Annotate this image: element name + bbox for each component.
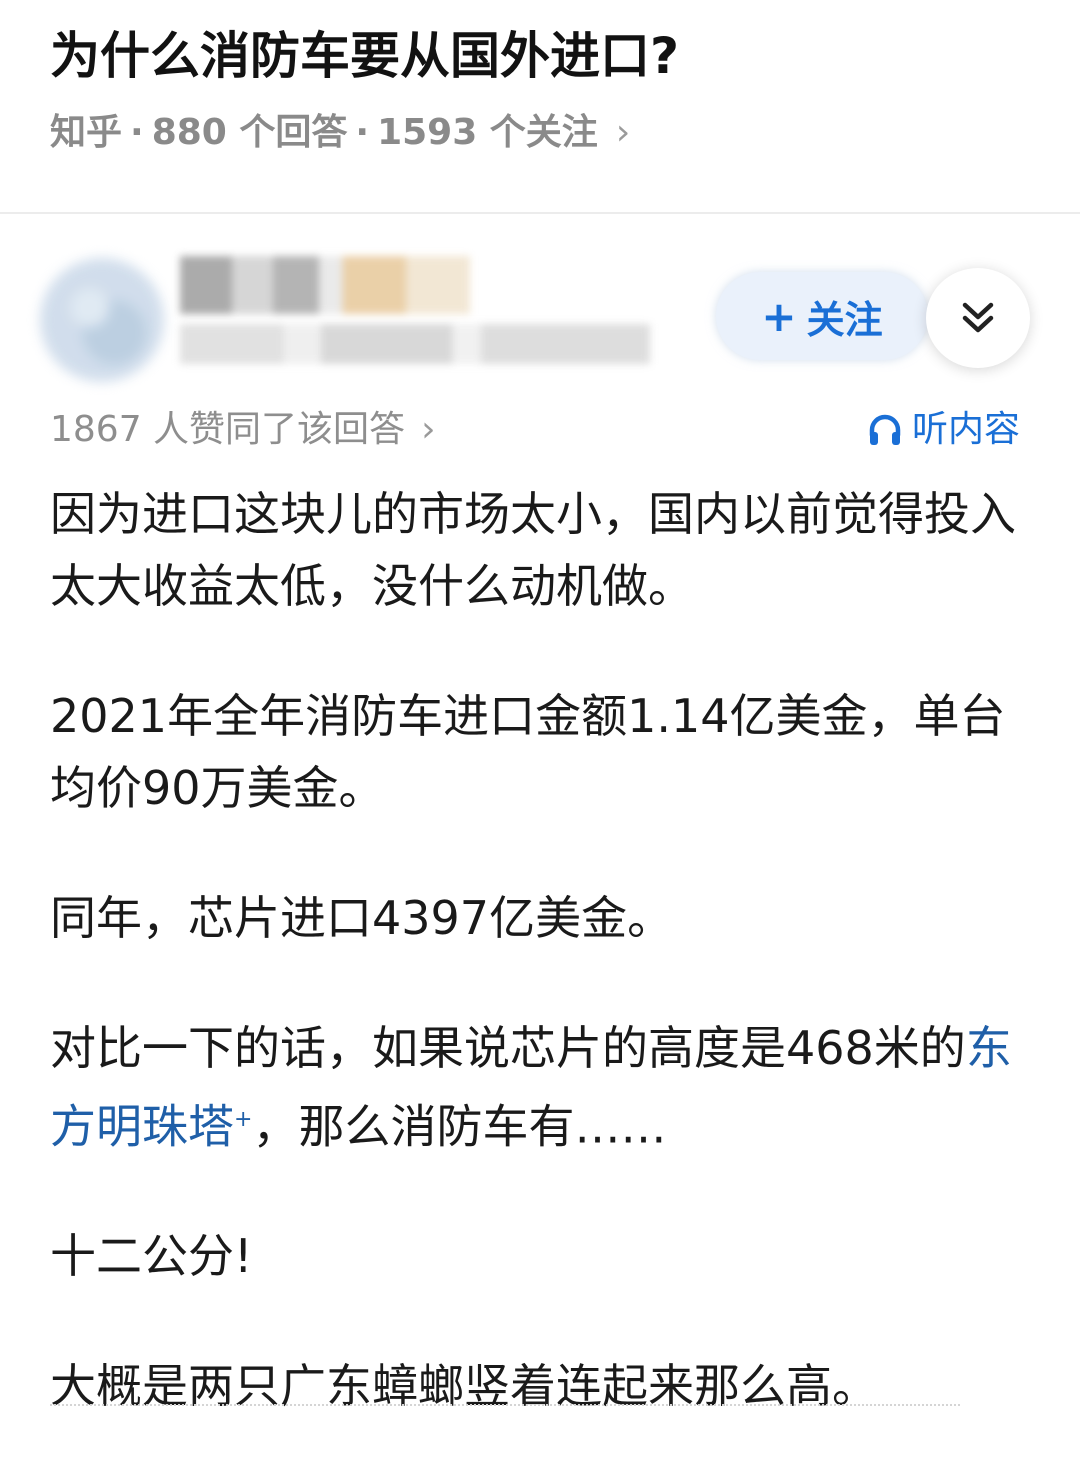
question-title[interactable]: 为什么消防车要从国外进口? xyxy=(50,24,679,88)
plus-icon: + xyxy=(761,291,797,341)
chevron-right-icon: › xyxy=(421,409,436,450)
follow-button[interactable]: + 关注 xyxy=(716,272,928,360)
headphones-icon xyxy=(869,414,901,445)
answer-paragraph-compare: 对比一下的话，如果说芯片的高度是468米的东方明珠塔+，那么消防车有…… xyxy=(50,1012,1040,1162)
source-label: 知乎 xyxy=(50,112,123,153)
separator: · xyxy=(130,112,144,153)
compare-prefix: 对比一下的话，如果说芯片的高度是468米的 xyxy=(50,1021,966,1075)
follow-label: 关注 xyxy=(806,297,883,342)
chevron-right-icon: › xyxy=(615,112,631,153)
question-header: 为什么消防车要从国外进口? 知乎 · 880 个回答 · 1593 个关注 › xyxy=(0,0,1080,212)
answer-paragraph: 十二公分! xyxy=(50,1229,253,1284)
link-sparkle-icon: + xyxy=(234,1107,253,1132)
divider xyxy=(0,212,1080,214)
listen-label: 听内容 xyxy=(912,409,1021,450)
followers-count: 1593 个关注 xyxy=(377,112,598,153)
author-name-blurred[interactable] xyxy=(180,256,470,314)
answers-count: 880 个回答 xyxy=(151,112,348,153)
content-fade-divider xyxy=(50,1404,960,1408)
double-chevron-down-icon xyxy=(962,302,994,333)
listen-button[interactable]: 听内容 xyxy=(866,406,1020,454)
answer-body: 因为进口这块儿的市场太小，国内以前觉得投入太大收益太低，没什么动机做。 2021… xyxy=(50,478,1040,1480)
vote-count-link[interactable]: 1867 人赞同了该回答 › xyxy=(50,406,435,454)
separator: · xyxy=(355,112,370,153)
answer-paragraph: 因为进口这块儿的市场太小，国内以前觉得投入太大收益太低，没什么动机做。 xyxy=(50,487,1016,613)
vote-count-text: 1867 人赞同了该回答 xyxy=(50,409,406,450)
author-bio-blurred xyxy=(180,324,650,364)
answer-paragraph: 大概是两只广东蟑螂竖着连起来那么高。 xyxy=(50,1359,878,1414)
answer-paragraph: 2021年全年消防车进口金额1.14亿美金，单台均价90万美金。 xyxy=(50,689,1006,815)
avatar[interactable] xyxy=(40,258,164,382)
compare-suffix: ，那么消防车有…… xyxy=(252,1099,667,1154)
question-meta[interactable]: 知乎 · 880 个回答 · 1593 个关注 › xyxy=(50,108,630,158)
expand-more-button[interactable] xyxy=(926,268,1030,368)
answer-paragraph: 同年，芯片进口4397亿美金。 xyxy=(50,891,674,945)
